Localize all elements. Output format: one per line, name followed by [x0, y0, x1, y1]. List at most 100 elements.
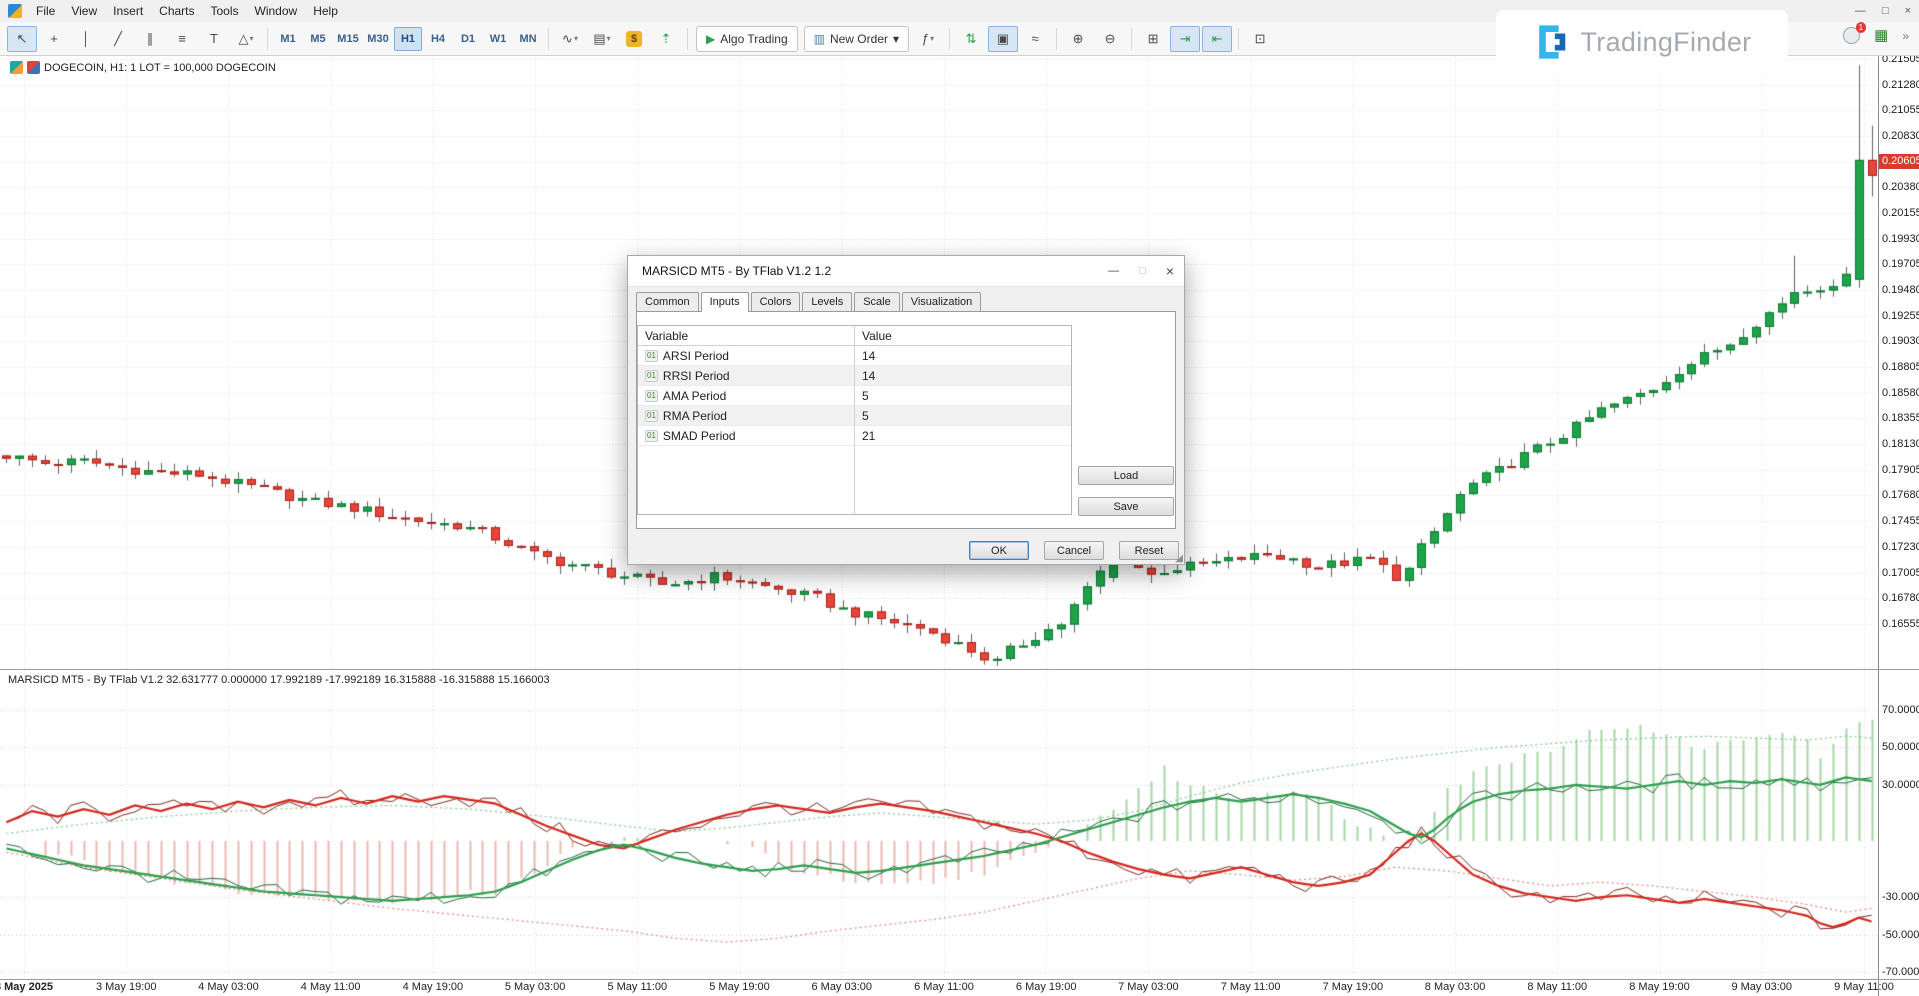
cancel-button[interactable]: Cancel	[1044, 541, 1104, 560]
price-tick-label: 0.16780	[1882, 592, 1919, 604]
dialog-titlebar[interactable]: MARSICD MT5 - By TFlab V1.2 1.2 — □ ×	[628, 256, 1184, 287]
tab-scale[interactable]: Scale	[854, 292, 900, 311]
chart-template-button[interactable]: ▤▾	[587, 26, 617, 52]
timeframe-w1-button[interactable]: W1	[484, 27, 512, 51]
menu-charts[interactable]: Charts	[151, 0, 202, 22]
ok-button[interactable]: OK	[969, 541, 1029, 560]
time-axis[interactable]: 3 May 20253 May 19:004 May 03:004 May 11…	[0, 980, 1878, 996]
algo-trading-label: Algo Trading	[720, 32, 787, 46]
channel-icon: ∥	[147, 31, 154, 47]
timeframe-mn-button[interactable]: MN	[514, 27, 542, 51]
timeframe-h1-button[interactable]: H1	[394, 27, 422, 51]
value-cell[interactable]: 5	[854, 386, 1071, 406]
table-row[interactable]: 01AMA Period	[638, 386, 854, 406]
tile-windows-button[interactable]: ⊞	[1138, 26, 1168, 52]
zoom-out-icon: ⊖	[1105, 31, 1116, 47]
value-cell[interactable]: 14	[854, 366, 1071, 386]
tab-levels[interactable]: Levels	[802, 292, 852, 311]
variable-name: RMA Period	[663, 409, 727, 423]
price-tick-label: 0.17005	[1882, 567, 1919, 579]
zoom-in-button[interactable]: ⊕	[1063, 26, 1093, 52]
table-row[interactable]: 01SMAD Period	[638, 426, 854, 446]
value-cell[interactable]: 21	[854, 426, 1071, 446]
window-minimize-button[interactable]: —	[1855, 5, 1866, 17]
new-order-button[interactable]: ▥ New Order ▾	[804, 26, 909, 52]
timeframe-m1-button[interactable]: M1	[274, 27, 302, 51]
dialog-resize-grip[interactable]: ◢	[1175, 554, 1183, 564]
template-icon: ▤	[593, 31, 605, 47]
tab-visualization[interactable]: Visualization	[902, 292, 982, 311]
data-window-icon: ▣	[997, 31, 1009, 47]
notification-badge: 1	[1856, 22, 1866, 33]
notifications-button[interactable]: 1	[1843, 27, 1860, 44]
tab-colors[interactable]: Colors	[751, 292, 801, 311]
timeframe-m5-button[interactable]: M5	[304, 27, 332, 51]
reset-button[interactable]: Reset	[1119, 541, 1179, 560]
price-tick-label: 0.18805	[1882, 361, 1919, 373]
text-tool-button[interactable]: T	[199, 26, 229, 52]
chart-indicator-separator[interactable]	[0, 669, 1919, 670]
save-button[interactable]: Save	[1078, 497, 1174, 516]
algo-trading-button[interactable]: ▶ Algo Trading	[696, 26, 798, 52]
chart-shift-button[interactable]: ⇤	[1202, 26, 1232, 52]
dialog-maximize-button[interactable]: □	[1139, 265, 1146, 277]
menu-file[interactable]: File	[28, 0, 63, 22]
timeframe-h4-button[interactable]: H4	[424, 27, 452, 51]
screenshot-button[interactable]: ⊡	[1245, 26, 1275, 52]
int-type-icon: 01	[645, 350, 658, 362]
watermark-text: TradingFinder	[1581, 27, 1752, 58]
data-window-button[interactable]: ▣	[988, 26, 1018, 52]
value-cell[interactable]: 5	[854, 406, 1071, 426]
menu-window[interactable]: Window	[247, 0, 306, 22]
sort-button[interactable]: ⇅	[956, 26, 986, 52]
zoom-out-button[interactable]: ⊖	[1095, 26, 1125, 52]
line-chart-type-button[interactable]: ∿▾	[555, 26, 585, 52]
tab-common[interactable]: Common	[636, 292, 699, 311]
load-button[interactable]: Load	[1078, 466, 1174, 485]
auto-scroll-icon: ⇥	[1180, 31, 1191, 47]
value-cell[interactable]: 14	[854, 346, 1071, 366]
dialog-close-button[interactable]: ×	[1166, 263, 1174, 279]
dialog-minimize-button[interactable]: —	[1108, 265, 1119, 277]
int-type-icon: 01	[645, 390, 658, 402]
new-order-icon: ▥	[814, 32, 825, 46]
indicators-button[interactable]: ƒ▾	[913, 26, 943, 52]
table-row[interactable]: 01RRSI Period	[638, 366, 854, 386]
menu-view[interactable]: View	[63, 0, 105, 22]
table-row[interactable]: 01RMA Period	[638, 406, 854, 426]
up-down-arrows-icon: ⇅	[966, 31, 977, 47]
price-scale[interactable]: 0.20605 0.215050.212800.210550.208300.20…	[1878, 56, 1919, 996]
timeframe-m15-button[interactable]: M15	[334, 27, 362, 51]
menu-insert[interactable]: Insert	[105, 0, 151, 22]
time-tick-label: 5 May 11:00	[607, 981, 667, 993]
zigzag-button[interactable]: ≈	[1020, 26, 1050, 52]
time-tick-label: 5 May 19:00	[709, 981, 770, 993]
fibonacci-tool-button[interactable]: ≡	[167, 26, 197, 52]
auto-scroll-button[interactable]: ⇥	[1170, 26, 1200, 52]
table-row[interactable]: 01ARSI Period	[638, 346, 854, 366]
currency-button[interactable]: $	[619, 26, 649, 52]
shapes-tool-button[interactable]: △▾	[231, 26, 261, 52]
menu-tools[interactable]: Tools	[203, 0, 247, 22]
time-tick-label: 4 May 11:00	[301, 981, 361, 993]
channel-tool-button[interactable]: ∥	[135, 26, 165, 52]
crosshair-tool-button[interactable]: +	[39, 26, 69, 52]
tab-inputs[interactable]: Inputs	[701, 292, 749, 312]
menu-help[interactable]: Help	[305, 0, 346, 22]
toolbar-overflow-button[interactable]: »	[1902, 29, 1909, 43]
vertical-line-tool-button[interactable]: │	[71, 26, 101, 52]
column-header-variable[interactable]: Variable	[638, 326, 854, 346]
tick-chart-button[interactable]: ⇡	[651, 26, 681, 52]
layout-button[interactable]: ▦	[1874, 28, 1888, 43]
window-restore-button[interactable]: □	[1882, 5, 1889, 17]
trendline-tool-button[interactable]: ╱	[103, 26, 133, 52]
chevron-down-icon: ▾	[607, 34, 611, 43]
mt5-window: File View Insert Charts Tools Window Hel…	[0, 0, 1919, 996]
timeframe-m30-button[interactable]: M30	[364, 27, 392, 51]
column-header-value[interactable]: Value	[854, 326, 1071, 346]
fibonacci-icon: ≡	[178, 31, 186, 46]
window-close-button[interactable]: ×	[1905, 5, 1911, 17]
cursor-tool-button[interactable]: ↖	[7, 26, 37, 52]
indicator-canvas[interactable]	[0, 670, 1878, 979]
timeframe-d1-button[interactable]: D1	[454, 27, 482, 51]
